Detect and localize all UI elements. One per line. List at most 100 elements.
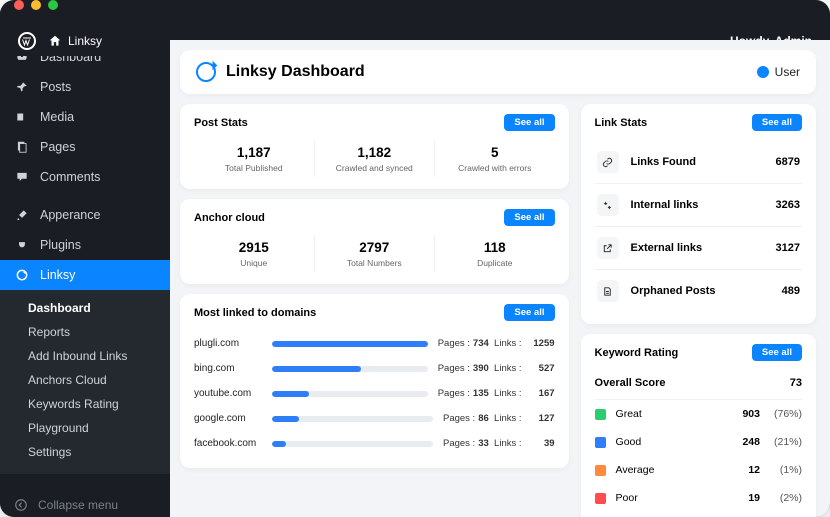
link-stats-title: Link Stats [595, 117, 648, 129]
domain-bar [272, 366, 428, 372]
anchor-cloud-card: Anchor cloud See all 2915Unique2797Total… [180, 199, 569, 284]
rating-value: 903 [728, 408, 760, 420]
sidebar-subitem-keywords-rating[interactable]: Keywords Rating [0, 392, 170, 416]
rating-color-swatch [595, 409, 606, 420]
collapse-menu[interactable]: Collapse menu [0, 486, 170, 517]
stat-label: Duplicate [435, 258, 555, 268]
wp-sidebar: Dashboard Posts Media Pages Comments Apperanc… [0, 10, 170, 517]
rating-color-swatch [595, 437, 606, 448]
stat-cell: 5Crawled with errors [435, 141, 555, 177]
collapse-label: Collapse menu [38, 498, 118, 512]
stat-label: Unique [194, 258, 314, 268]
sidebar-item-posts[interactable]: Posts [0, 72, 170, 102]
page-icon [14, 139, 30, 155]
topbar-brand[interactable]: Linksy [68, 34, 102, 48]
link-stat-value: 6879 [776, 156, 800, 168]
plug-icon [14, 237, 30, 253]
sidebar-item-label: Linksy [40, 268, 75, 282]
domain-bar [272, 341, 428, 347]
domain-row: youtube.comPages :135 Links :167 [194, 381, 555, 406]
link-stat-label: Links Found [631, 156, 776, 168]
stat-value: 118 [435, 240, 555, 255]
sidebar-item-linksy[interactable]: Linksy [0, 260, 170, 290]
sidebar-item-plugins[interactable]: Plugins [0, 230, 170, 260]
user-indicator[interactable]: User [757, 65, 800, 79]
link-stats-card: Link Stats See all Links Found6879 Intern… [581, 104, 816, 324]
rating-color-swatch [595, 493, 606, 504]
domain-name: plugli.com [194, 338, 272, 349]
pin-icon [14, 79, 30, 95]
domain-bar [272, 441, 433, 447]
wordpress-icon[interactable] [18, 32, 36, 50]
post-stats-see-all-button[interactable]: See all [504, 114, 554, 131]
link-stat-label: Orphaned Posts [631, 285, 782, 297]
sidebar-item-apperance[interactable]: Apperance [0, 200, 170, 230]
stat-value: 2797 [315, 240, 435, 255]
domain-name: facebook.com [194, 438, 272, 449]
stat-label: Total Numbers [315, 258, 435, 268]
home-icon[interactable] [48, 34, 62, 48]
rating-row: Poor19(2%) [595, 484, 802, 512]
anchor-cloud-see-all-button[interactable]: See all [504, 209, 554, 226]
brush-icon [14, 207, 30, 223]
rating-row: Average12(1%) [595, 456, 802, 484]
stat-cell: 1,187Total Published [194, 141, 315, 177]
post-stats-card: Post Stats See all 1,187Total Published1… [180, 104, 569, 189]
stat-label: Crawled with errors [435, 163, 555, 173]
domain-name: bing.com [194, 363, 272, 374]
link-stat-label: External links [631, 242, 776, 254]
rating-pct: (21%) [760, 436, 802, 448]
rating-see-all-button[interactable]: See all [752, 344, 802, 361]
rating-label: Great [616, 408, 728, 420]
rating-pct: (2%) [760, 492, 802, 504]
domain-row: facebook.com Pages :33 Links :39 [194, 431, 555, 456]
maximize-dot[interactable] [48, 0, 58, 10]
stat-cell: 1,182Crawled and synced [315, 141, 436, 177]
content-area: Linksy Dashboard User Post Stats See all… [170, 40, 830, 517]
domain-meta: Pages :86 Links :127 [443, 413, 555, 424]
link-stat-value: 3127 [776, 242, 800, 254]
sidebar-subitem-anchors-cloud[interactable]: Anchors Cloud [0, 368, 170, 392]
rating-label: Poor [616, 492, 728, 504]
rating-label: Average [616, 464, 728, 476]
rating-value: 19 [728, 492, 760, 504]
rating-title: Keyword Rating [595, 347, 679, 359]
comment-icon [14, 169, 30, 185]
sidebar-item-label: Posts [40, 80, 71, 94]
sidebar-item-media[interactable]: Media [0, 102, 170, 132]
linksy-icon [14, 267, 30, 283]
close-dot[interactable] [14, 0, 24, 10]
stat-cell: 2797 Total Numbers [315, 236, 436, 272]
domains-see-all-button[interactable]: See all [504, 304, 554, 321]
sidebar-subitem-playground[interactable]: Playground [0, 416, 170, 440]
overall-label: Overall Score [595, 377, 666, 389]
sidebar-subitem-dashboard[interactable]: Dashboard [0, 296, 170, 320]
keyword-rating-card: Keyword Rating See all Overall Score 73 … [581, 334, 816, 517]
domain-row: bing.comPages :390 Links :527 [194, 356, 555, 381]
link-stat-label: Internal links [631, 199, 776, 211]
media-icon [14, 109, 30, 125]
sidebar-subitem-add-inbound-links[interactable]: Add Inbound Links [0, 344, 170, 368]
sidebar-item-comments[interactable]: Comments [0, 162, 170, 192]
rating-value: 248 [728, 436, 760, 448]
minimize-dot[interactable] [31, 0, 41, 10]
user-status-dot [757, 66, 769, 78]
domain-meta: Pages :33 Links :39 [443, 438, 555, 449]
sidebar-item-label: Pages [40, 140, 75, 154]
sidebar-item-pages[interactable]: Pages [0, 132, 170, 162]
domain-bar [272, 416, 433, 422]
external-icon [597, 237, 619, 259]
sidebar-item-label: Comments [40, 170, 100, 184]
link-stat-value: 3263 [776, 199, 800, 211]
sidebar-subitem-settings[interactable]: Settings [0, 440, 170, 464]
rating-color-swatch [595, 465, 606, 476]
link-stats-see-all-button[interactable]: See all [752, 114, 802, 131]
stat-label: Total Published [194, 163, 314, 173]
rating-value: 12 [728, 464, 760, 476]
stat-value: 2915 [194, 240, 314, 255]
window-titlebar [0, 0, 830, 10]
rating-label: Good [616, 436, 728, 448]
sidebar-subitem-reports[interactable]: Reports [0, 320, 170, 344]
link-stat-row: Links Found6879 [595, 141, 802, 184]
domains-card: Most linked to domains See all plugli.co… [180, 294, 569, 468]
